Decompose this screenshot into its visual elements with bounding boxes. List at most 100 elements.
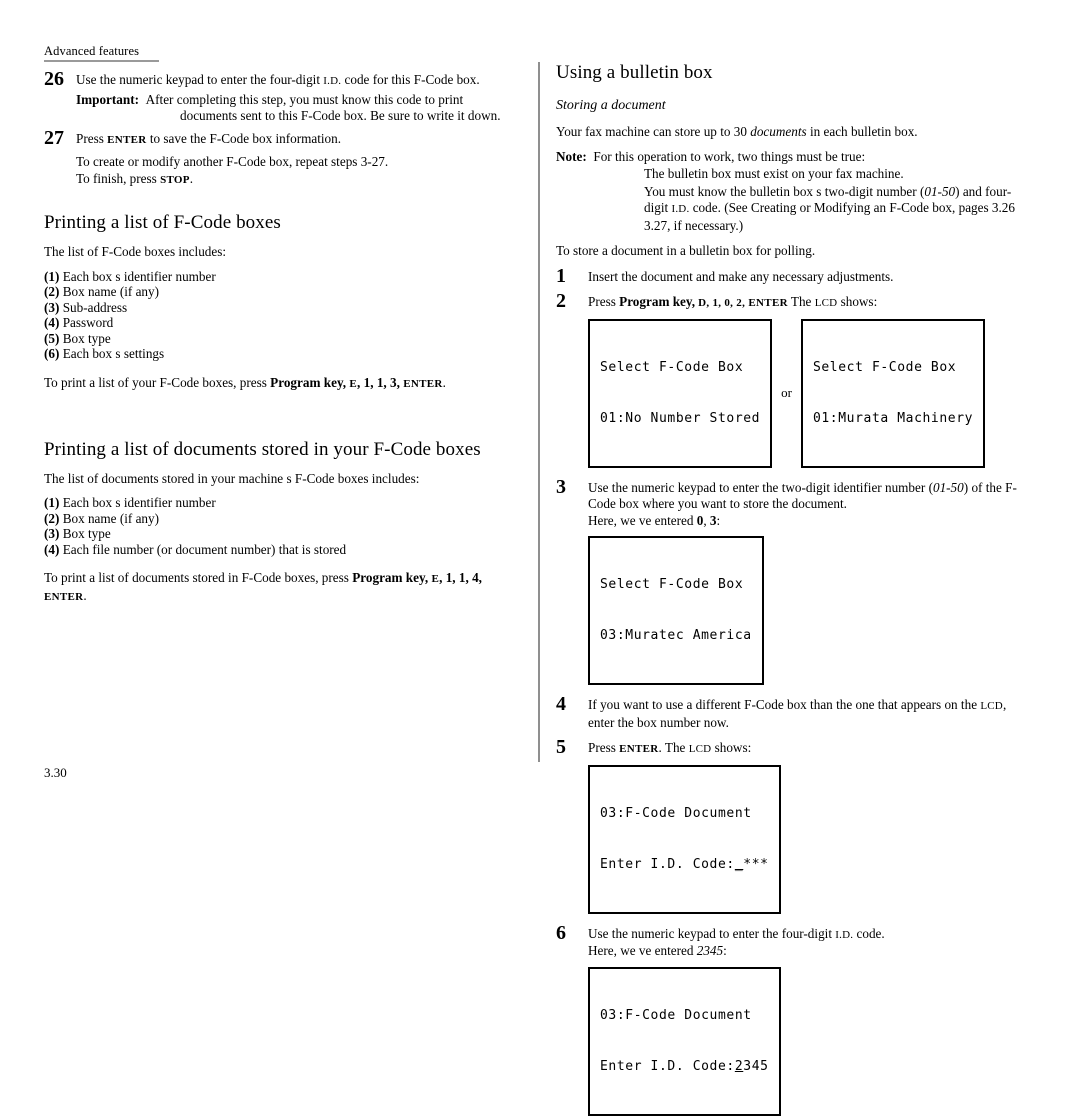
step-3-entered-digit2: 3 — [709, 512, 717, 528]
step-26-important: Important: After completing this step, y… — [76, 92, 516, 125]
step-2-lcd-group: Select F-Code Box 01:No Number Stored or… — [588, 318, 1026, 468]
step-27-number: 27 — [44, 126, 64, 149]
step-26: 26 Use the numeric keypad to enter the f… — [44, 68, 516, 125]
step-5-text-pre: Press — [588, 740, 620, 755]
step-26-text-post: code for this F-Code box. — [341, 72, 480, 87]
step-4-number: 4 — [556, 693, 566, 715]
step-5-body: Press ENTER. The LCD shows: — [588, 740, 1026, 758]
section2-list: (1) Each box s identifier number (2) Box… — [44, 495, 516, 557]
list-item-label: Box type — [62, 330, 111, 346]
step-27-followup-post: . — [189, 170, 194, 186]
step-5-text-post: shows: — [711, 740, 752, 755]
lcd-label: LCD — [814, 297, 838, 309]
lcd-screen-step3: Select F-Code Box 03:Muratec America — [588, 536, 764, 685]
lcd-screen-step5: 03:F-Code Document Enter I.D. Code:_*** — [588, 764, 781, 914]
step-26-number: 26 — [44, 68, 64, 90]
step-6-body: Use the numeric keypad to enter the four… — [588, 926, 1026, 944]
subheading-storing-a-document: Storing a document — [556, 98, 666, 113]
lcd-line-2: Enter I.D. Code:_*** — [600, 856, 769, 873]
section1-instruction-pre: To print a list of your F-Code boxes, pr… — [44, 375, 271, 391]
bulletin-intro: Your fax machine can store up to 30 docu… — [556, 124, 1026, 141]
lcd-screen-step2-a: Select F-Code Box 01:No Number Stored — [588, 318, 773, 468]
step-3-entered-post: : — [716, 512, 721, 528]
lcd-cursor-digit: 2 — [734, 1058, 744, 1074]
list-item-label: Box type — [62, 526, 111, 542]
list-item-num: (4) — [44, 315, 60, 331]
lcd-line-1: 03:F-Code Document — [600, 1007, 752, 1023]
step-6-lcd-group: 03:F-Code Document Enter I.D. Code:2345 — [588, 966, 1026, 1116]
lcd-masked-digits: *** — [743, 856, 769, 872]
step-6-text-post: code. — [853, 925, 885, 941]
step-27-text-pre: Press — [76, 130, 108, 146]
lcd-line-1: Select F-Code Box — [600, 359, 744, 375]
bulletin-intro-pre: Your fax machine can store up to 30 — [556, 124, 751, 139]
lcd-label: LCD — [980, 700, 1003, 712]
step-6-entered-code: 2345 — [696, 943, 724, 958]
step-6: 6 Use the numeric keypad to enter the fo… — [556, 921, 1026, 1116]
step-6-entered-pre: Here, we ve entered — [588, 943, 697, 958]
step-3-text-pre: Use the numeric keypad to enter the two-… — [588, 479, 933, 495]
list-item: (6) Each box s settings — [44, 346, 516, 362]
list-item-num: (6) — [44, 346, 60, 362]
section-heading-printing-fcode-boxes: Printing a list of F-Code boxes — [44, 212, 281, 233]
note-text: For this operation to work, two things m… — [593, 148, 866, 164]
note-bullet-2-smallcaps: I.D. — [671, 203, 690, 215]
step-26-text-pre: Use the numeric keypad to enter the four… — [76, 72, 324, 87]
step-6-text-pre: Use the numeric keypad to enter the four… — [588, 925, 836, 941]
lead-in-text: To store a document in a bulletin box fo… — [556, 243, 816, 258]
lcd-line-2: 01:No Number Stored — [600, 410, 761, 426]
step-4: 4 If you want to use a different F-Code … — [556, 693, 1026, 731]
section1-instruction: To print a list of your F-Code boxes, pr… — [44, 375, 516, 393]
step-27: 27 Press ENTER to save the F-Code box in… — [44, 126, 516, 189]
step-26-body: Use the numeric keypad to enter the four… — [76, 72, 516, 90]
stop-key: STOP — [160, 173, 190, 186]
step-5-number: 5 — [556, 736, 566, 758]
key-e: E — [431, 573, 440, 586]
lcd-line-2: 01:Murata Machinery — [812, 410, 974, 426]
note-bullet-1: The bulletin box must exist on your fax … — [644, 166, 904, 181]
enter-key: ENTER — [619, 743, 659, 755]
step-27-text-post: to save the F-Code box information. — [146, 130, 342, 146]
step-6-smallcaps: I.D. — [835, 928, 854, 941]
enter-key: ENTER — [44, 590, 84, 603]
step-4-text-pre: If you want to use a different F-Code bo… — [588, 697, 981, 712]
step-3-entered-line: Here, we ve entered 0, 3: — [588, 513, 1026, 530]
step-1-number: 1 — [556, 264, 566, 287]
list-item-label: Each box s identifier number — [62, 268, 216, 284]
lcd-line-2-prefix: Enter I.D. Code: — [600, 1058, 735, 1074]
list-item-label: Box name (if any) — [62, 284, 159, 300]
step-27-body: Press ENTER to save the F-Code box infor… — [76, 131, 516, 149]
list-item: (4) Each file number (or document number… — [44, 542, 516, 558]
section2-instruction-pre: To print a list of documents stored in F… — [44, 570, 353, 586]
list-item-num: (3) — [44, 526, 60, 542]
list-item-label: Each box s settings — [62, 346, 165, 362]
step-2-text-mid: The — [787, 294, 815, 309]
lcd-line-2: 03:Muratec America — [600, 628, 752, 643]
list-item-label: Password — [62, 315, 114, 331]
step-1: 1 Insert the document and make any neces… — [556, 264, 1026, 287]
list-item-num: (2) — [44, 510, 60, 526]
important-text: After completing this step, you must kno… — [145, 91, 501, 124]
list-item-num: (5) — [44, 330, 60, 346]
step-5: 5 Press ENTER. The LCD shows: 03:F-Code … — [556, 736, 1026, 914]
step-3-body: Use the numeric keypad to enter the two-… — [588, 480, 1026, 513]
right-column: Using a bulletin box Storing a document … — [556, 62, 1026, 1118]
list-item-num: (3) — [44, 299, 60, 315]
section-heading-using-bulletin-box: Using a bulletin box — [556, 62, 713, 83]
step-5-text-mid: . The — [658, 740, 689, 755]
note-label: Note: — [556, 148, 587, 164]
list-item: (4) Password — [44, 315, 516, 331]
list-item: (1) Each box s identifier number — [44, 269, 516, 285]
note-bullet-2-range: 01-50 — [924, 183, 956, 199]
lcd-line-2-prefix: Enter I.D. Code: — [600, 856, 735, 872]
step-6-entered-line: Here, we ve entered 2345: — [588, 943, 1026, 960]
left-column: 26 Use the numeric keypad to enter the f… — [44, 68, 516, 605]
note-bullet-2-pre: You must know the bulletin box s two-dig… — [644, 183, 925, 199]
section1-key-sequence: , 1, 1, 3, — [357, 375, 400, 391]
step-6-number: 6 — [556, 921, 566, 944]
section-heading-printing-documents: Printing a list of documents stored in y… — [44, 438, 481, 460]
step-2-text-post: shows: — [837, 294, 878, 309]
list-item: (5) Box type — [44, 331, 516, 347]
step-3-entered-pre: Here, we ve entered — [588, 512, 697, 528]
step-27-followup-line2: To finish, press STOP. — [76, 171, 516, 189]
